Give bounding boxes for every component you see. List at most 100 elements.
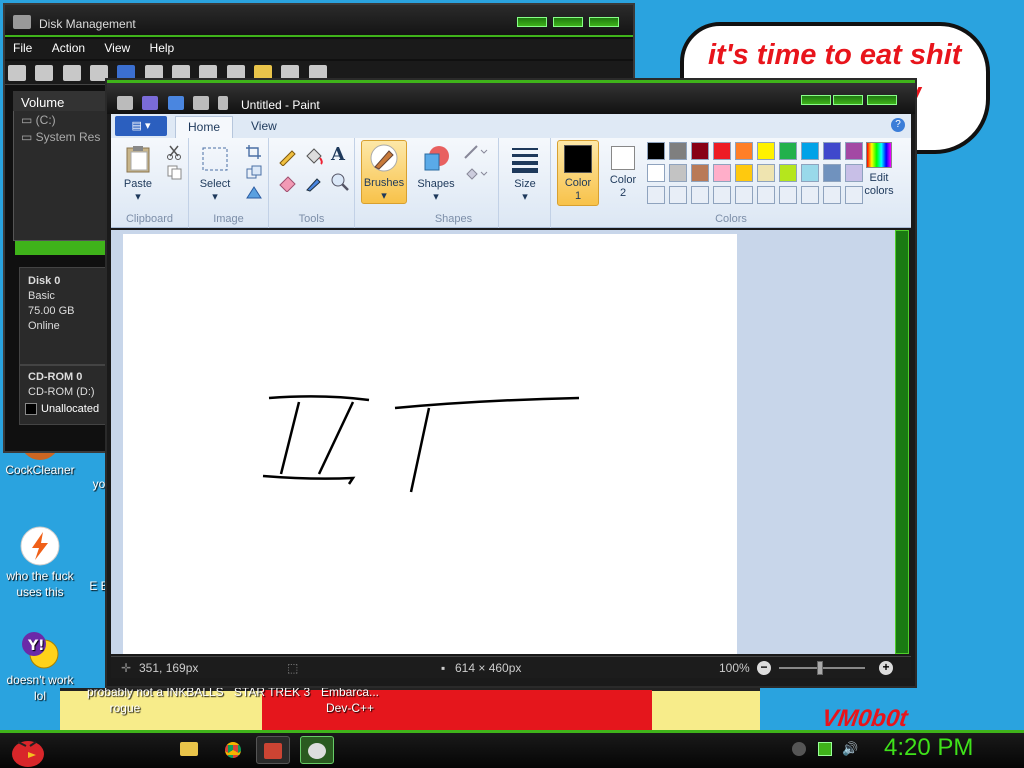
menu-view[interactable]: View xyxy=(96,39,138,57)
brushes-button[interactable]: Brushes ▾ xyxy=(361,140,407,204)
desktop-icon-yahoo[interactable]: Y! doesn't work lol xyxy=(0,630,80,704)
palette-swatch[interactable] xyxy=(823,186,841,204)
menu-file[interactable]: File xyxy=(5,39,40,57)
ribbon-tabs: ▤ ▾ Home View ? xyxy=(111,114,911,138)
taskbar-explorer[interactable] xyxy=(172,736,206,764)
palette-swatch[interactable] xyxy=(779,164,797,182)
fill-icon[interactable] xyxy=(463,166,489,182)
edit-colors-button[interactable]: Edit colors xyxy=(857,142,901,198)
customize-dropdown-icon[interactable] xyxy=(218,95,229,110)
redo-icon[interactable] xyxy=(193,95,210,110)
taskbar-disk-management[interactable] xyxy=(256,736,290,764)
maximize-button[interactable] xyxy=(833,95,863,105)
palette-swatch[interactable] xyxy=(779,186,797,204)
menu-action[interactable]: Action xyxy=(44,39,93,57)
resize-icon[interactable] xyxy=(245,164,263,180)
taskbar-chrome[interactable] xyxy=(216,736,250,764)
palette-swatch[interactable] xyxy=(669,186,687,204)
forward-icon[interactable] xyxy=(35,65,54,81)
save-icon[interactable] xyxy=(142,95,159,110)
rotate-icon[interactable] xyxy=(245,184,263,200)
select-button[interactable]: Select ▾ xyxy=(195,144,235,204)
close-button[interactable] xyxy=(867,95,897,105)
title-bar[interactable]: Disk Management xyxy=(5,5,633,37)
minimize-button[interactable] xyxy=(801,95,831,105)
palette-swatch[interactable] xyxy=(757,142,775,160)
vertical-scrollbar[interactable] xyxy=(895,230,909,654)
pencil-icon[interactable] xyxy=(277,146,299,166)
copy-icon[interactable] xyxy=(165,164,183,180)
volume-row[interactable]: ▭ (C:) xyxy=(21,113,56,127)
title-bar[interactable]: Untitled - Paint xyxy=(107,80,915,114)
disk-size: 75.00 GB xyxy=(28,305,75,317)
paint-app-icon[interactable] xyxy=(117,95,133,110)
shapes-button[interactable]: Shapes ▾ xyxy=(415,144,457,204)
palette-swatch[interactable] xyxy=(647,186,665,204)
palette-swatch[interactable] xyxy=(735,142,753,160)
outline-icon[interactable] xyxy=(463,144,489,160)
palette-swatch[interactable] xyxy=(691,186,709,204)
palette-swatch[interactable] xyxy=(691,142,709,160)
palette-swatch[interactable] xyxy=(669,142,687,160)
text-tool-icon[interactable]: A xyxy=(331,144,351,166)
palette-swatch[interactable] xyxy=(735,164,753,182)
palette-swatch[interactable] xyxy=(669,164,687,182)
minimize-button[interactable] xyxy=(517,17,547,27)
volume-row[interactable]: ▭ System Res xyxy=(21,130,100,144)
tab-view[interactable]: View xyxy=(239,116,289,138)
cut-icon[interactable] xyxy=(165,144,183,160)
tab-home[interactable]: Home xyxy=(175,116,234,138)
palette-swatch[interactable] xyxy=(801,142,819,160)
network-icon[interactable] xyxy=(818,742,832,756)
zoom-slider-thumb[interactable] xyxy=(817,661,823,675)
file-menu-button[interactable]: ▤ ▾ xyxy=(115,116,167,136)
volume-icon[interactable]: 🔊 xyxy=(842,742,858,756)
desktop-icon-winamp[interactable]: who the fuck uses this xyxy=(0,526,80,600)
taskbar xyxy=(0,730,1024,768)
magnifier-icon[interactable] xyxy=(329,172,351,192)
undo-icon[interactable] xyxy=(167,95,184,110)
horizontal-scrollbar[interactable] xyxy=(15,241,111,255)
palette-swatch[interactable] xyxy=(823,142,841,160)
palette-swatch[interactable] xyxy=(823,164,841,182)
console-tree-icon[interactable] xyxy=(62,65,81,81)
drawing-canvas[interactable] xyxy=(123,234,737,654)
palette-swatch[interactable] xyxy=(691,164,709,182)
palette-swatch[interactable] xyxy=(801,164,819,182)
palette-swatch[interactable] xyxy=(713,164,731,182)
desktop-icon-devcpp[interactable]: Embarca... Dev-C++ xyxy=(310,684,390,716)
tray-expand-icon[interactable] xyxy=(792,742,806,756)
palette-swatch[interactable] xyxy=(713,186,731,204)
desktop-icon-rogue[interactable]: probably not a rogue xyxy=(80,684,170,716)
volume-column-header[interactable]: Volume xyxy=(13,91,113,111)
palette-swatch[interactable] xyxy=(647,164,665,182)
paste-button[interactable]: Paste ▾ xyxy=(119,144,157,204)
palette-swatch[interactable] xyxy=(779,142,797,160)
zoom-out-button[interactable]: − xyxy=(757,661,771,675)
help-icon[interactable]: ? xyxy=(891,118,905,132)
start-button-angry-bird-icon[interactable] xyxy=(6,732,50,768)
palette-swatch[interactable] xyxy=(713,142,731,160)
disk-name: Disk 0 xyxy=(28,275,61,287)
zoom-in-button[interactable]: + xyxy=(879,661,893,675)
fill-bucket-icon[interactable] xyxy=(303,146,325,166)
palette-swatch[interactable] xyxy=(757,186,775,204)
system-clock[interactable]: 4:20 PM xyxy=(884,734,973,762)
menu-help[interactable]: Help xyxy=(142,39,183,57)
maximize-button[interactable] xyxy=(553,17,583,27)
paint-window[interactable]: Untitled - Paint ▤ ▾ Home View ? Paste ▾ … xyxy=(105,78,917,688)
palette-swatch[interactable] xyxy=(647,142,665,160)
palette-swatch[interactable] xyxy=(757,164,775,182)
color2-button[interactable]: Color 2 xyxy=(603,142,643,200)
color-picker-icon[interactable] xyxy=(303,172,325,192)
back-icon[interactable] xyxy=(8,65,26,81)
close-button[interactable] xyxy=(589,17,619,27)
palette-swatch[interactable] xyxy=(735,186,753,204)
crop-icon[interactable] xyxy=(245,144,263,160)
size-button[interactable]: Size ▾ xyxy=(505,144,545,204)
color1-button[interactable]: Color 1 xyxy=(557,140,599,206)
palette-swatch[interactable] xyxy=(801,186,819,204)
disk-0-panel[interactable]: Disk 0 Basic 75.00 GB Online xyxy=(19,267,111,365)
eraser-icon[interactable] xyxy=(277,172,299,192)
taskbar-paint[interactable] xyxy=(300,736,334,764)
